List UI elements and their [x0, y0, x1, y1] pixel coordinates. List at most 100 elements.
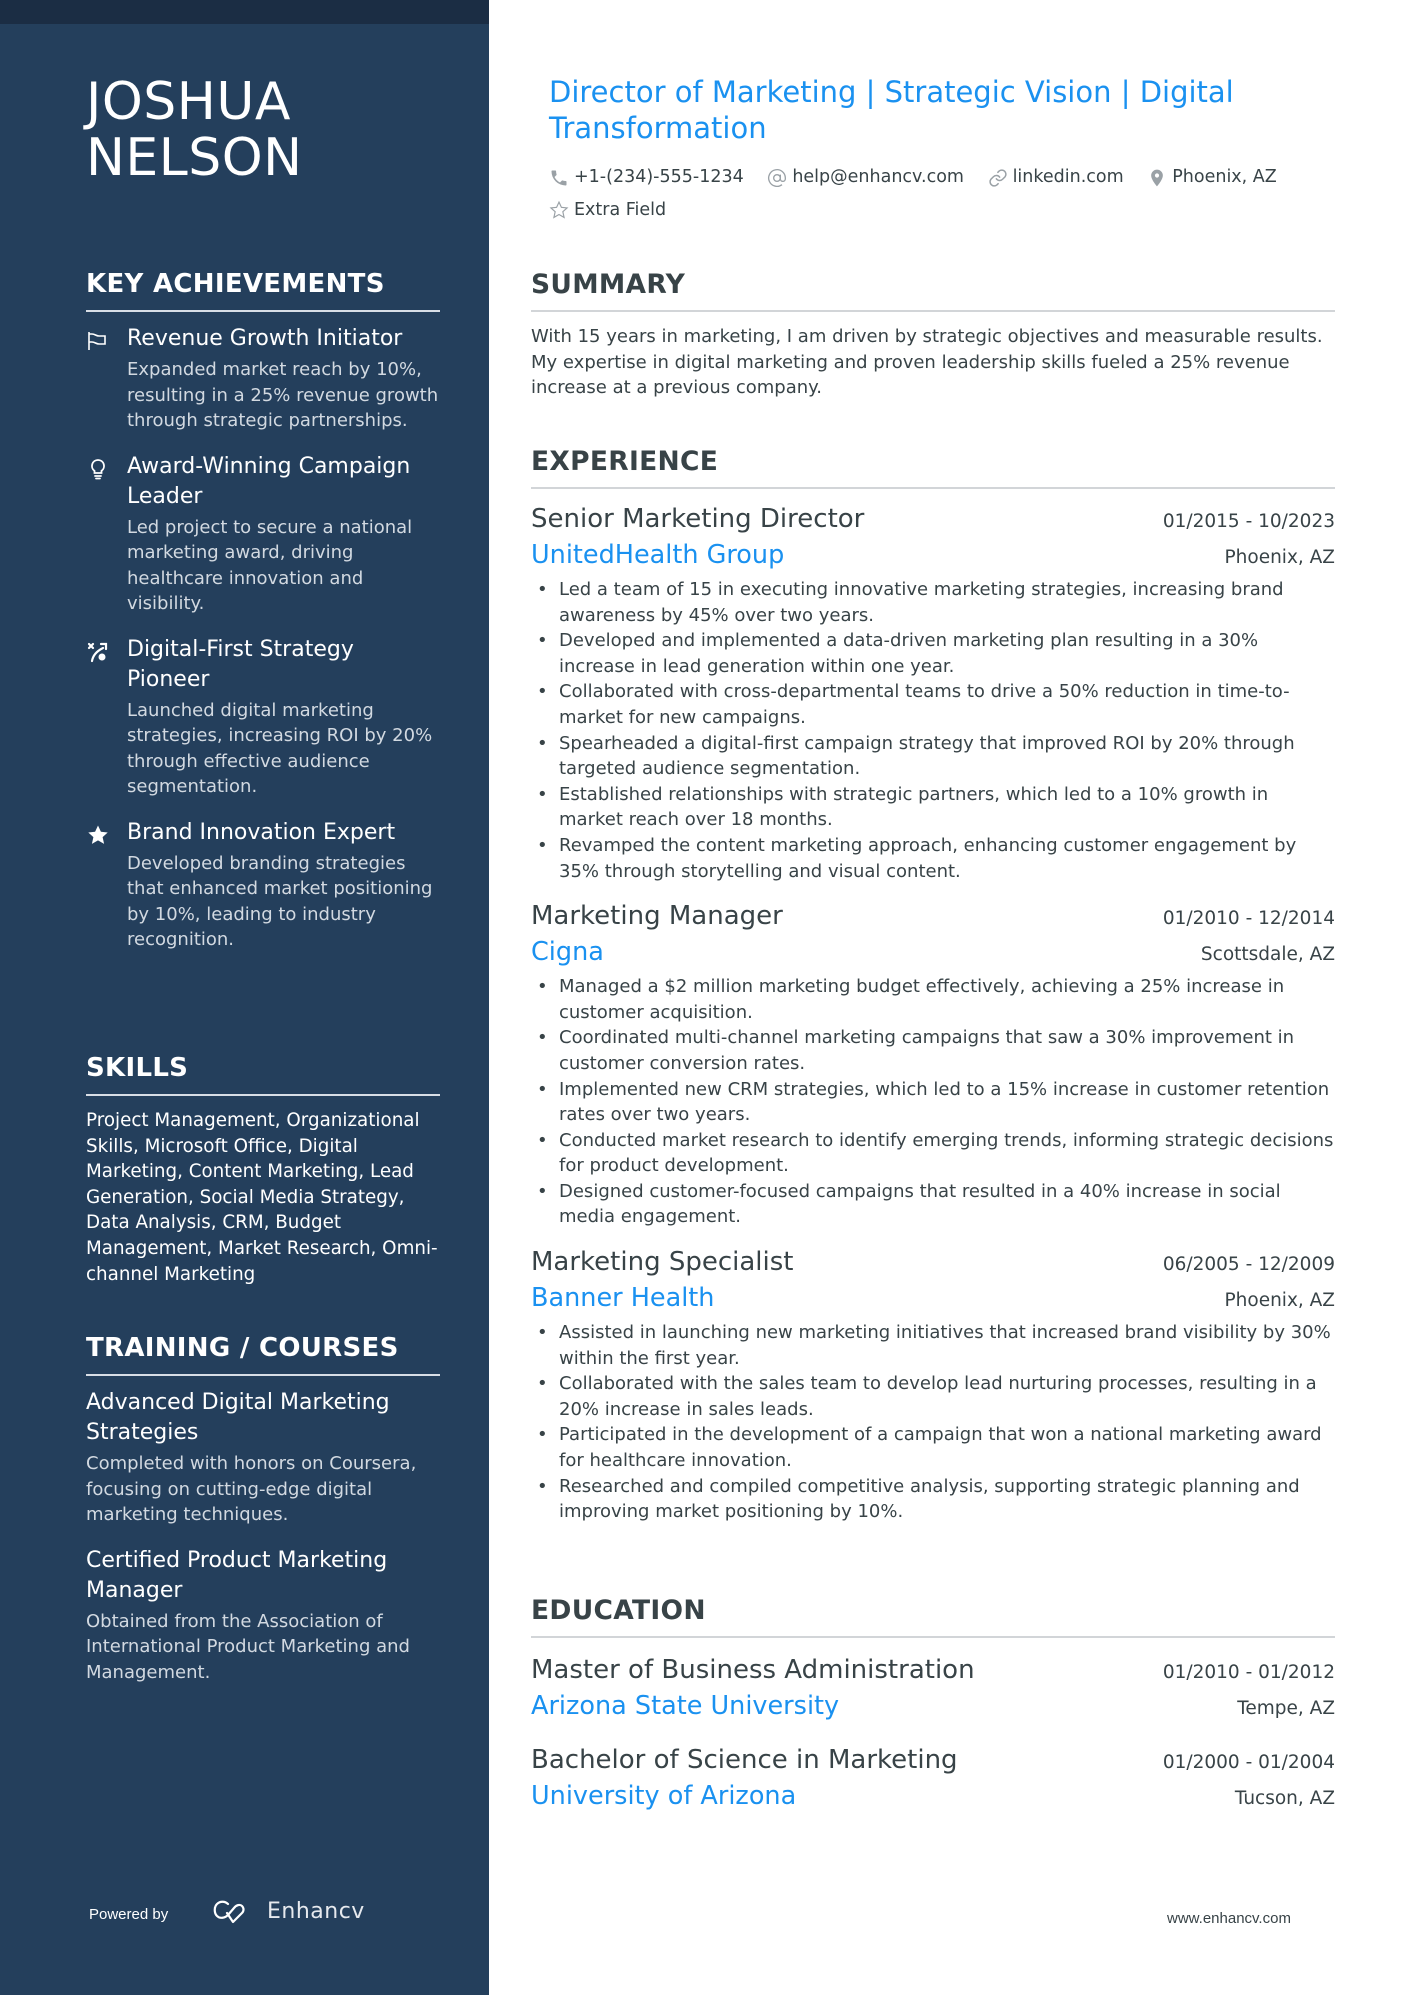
- contact-location: Phoenix, AZ: [1147, 164, 1277, 191]
- job-bullet: Designed customer-focused campaigns that…: [531, 1179, 1335, 1230]
- contact-location-text: Phoenix, AZ: [1172, 167, 1277, 187]
- course-item: Certified Product Marketing Manager Obta…: [86, 1546, 440, 1686]
- education-dates: 01/2010 - 01/2012: [1162, 1662, 1335, 1683]
- job-bullet: Assisted in launching new marketing init…: [531, 1320, 1335, 1371]
- job-bullets: Led a team of 15 in executing innovative…: [531, 577, 1335, 884]
- achievement-title: Award-Winning Campaign Leader: [127, 453, 411, 509]
- job-title: Marketing Manager: [531, 901, 783, 932]
- star-icon: [86, 823, 110, 847]
- job-bullet: Researched and compiled competitive anal…: [531, 1474, 1335, 1525]
- job-entry: Marketing Manager 01/2010 - 12/2014 Cign…: [531, 898, 1335, 1230]
- training-section: TRAINING / COURSES Advanced Digital Mark…: [86, 1332, 440, 1703]
- summary-text: With 15 years in marketing, I am driven …: [531, 326, 1323, 399]
- at-icon: [768, 168, 787, 187]
- job-company[interactable]: UnitedHealth Group: [531, 537, 784, 573]
- contact-extra-text: Extra Field: [574, 199, 667, 220]
- education-heading: EDUCATION: [531, 1594, 1335, 1638]
- skills-list: Project Management, Organizational Skill…: [86, 1110, 438, 1285]
- job-dates: 01/2015 - 10/2023: [1162, 511, 1335, 532]
- key-achievements-heading: KEY ACHIEVEMENTS: [86, 268, 440, 312]
- job-bullet: Established relationships with strategic…: [531, 782, 1335, 833]
- website-link[interactable]: www.enhancv.com: [1167, 1910, 1291, 1927]
- achievement-item: Award-Winning Campaign Leader Led projec…: [86, 452, 440, 617]
- contact-phone-text: +1-(234)-555-1234: [574, 167, 744, 187]
- headline: Director of Marketing | Strategic Vision…: [549, 75, 1234, 145]
- key-achievements-section: KEY ACHIEVEMENTS Revenue Growth Initiato…: [86, 268, 440, 971]
- achievement-description: Launched digital marketing strategies, i…: [127, 699, 433, 798]
- training-heading: TRAINING / COURSES: [86, 1332, 440, 1376]
- location-pin-icon: [1151, 169, 1164, 186]
- job-company[interactable]: Cigna: [531, 934, 604, 970]
- summary-heading: SUMMARY: [531, 268, 1335, 312]
- job-location: Scottsdale, AZ: [1200, 944, 1335, 966]
- achievement-item: Digital-First Strategy Pioneer Launched …: [86, 635, 440, 800]
- skills-heading: SKILLS: [86, 1052, 440, 1096]
- degree: Master of Business Administration: [531, 1655, 975, 1685]
- education-section: EDUCATION Master of Business Administrat…: [531, 1594, 1335, 1814]
- job-bullet: Managed a $2 million marketing budget ef…: [531, 974, 1335, 1025]
- achievement-item: Brand Innovation Expert Developed brandi…: [86, 818, 440, 953]
- school[interactable]: Arizona State University: [531, 1688, 839, 1724]
- achievement-description: Developed branding strategies that enhan…: [127, 852, 433, 951]
- job-bullet: Collaborated with the sales team to deve…: [531, 1371, 1335, 1422]
- school[interactable]: University of Arizona: [531, 1778, 796, 1814]
- education-dates: 01/2000 - 01/2004: [1162, 1752, 1335, 1773]
- contact-extra: Extra Field: [549, 197, 666, 224]
- job-bullet: Coordinated multi-channel marketing camp…: [531, 1025, 1335, 1076]
- candidate-name: JOSHUA NELSON: [86, 72, 303, 188]
- link-icon: [988, 168, 1007, 187]
- achievement-title: Digital-First Strategy Pioneer: [127, 636, 354, 692]
- job-bullet: Collaborated with cross-departmental tea…: [531, 679, 1335, 730]
- achievement-title: Brand Innovation Expert: [127, 819, 396, 845]
- powered-by-label: Powered by: [89, 1906, 169, 1923]
- sidebar: JOSHUA NELSON KEY ACHIEVEMENTS Revenue G…: [0, 0, 489, 1995]
- achievement-description: Expanded market reach by 10%, resulting …: [127, 359, 439, 431]
- contact-email-text: help@enhancv.com: [792, 167, 964, 187]
- job-location: Phoenix, AZ: [1224, 547, 1336, 568]
- enhancv-logo-icon[interactable]: [208, 1896, 256, 1926]
- job-bullet: Spearheaded a digital-first campaign str…: [531, 731, 1335, 782]
- experience-heading: EXPERIENCE: [531, 445, 1335, 489]
- course-description: Completed with honors on Coursera, focus…: [86, 1453, 417, 1525]
- achievement-title: Revenue Growth Initiator: [127, 326, 403, 351]
- lightbulb-icon: [86, 457, 110, 481]
- achievement-item: Revenue Growth Initiator Expanded market…: [86, 324, 440, 434]
- job-title: Marketing Specialist: [531, 1247, 794, 1278]
- contact-linkedin[interactable]: linkedin.com: [988, 164, 1124, 191]
- job-bullets: Managed a $2 million marketing budget ef…: [531, 974, 1335, 1230]
- star-outline-icon: [549, 200, 569, 219]
- phone-icon: [551, 170, 567, 185]
- enhancv-brand-name[interactable]: Enhancv: [267, 1899, 365, 1924]
- sidebar-top-band: [0, 0, 489, 24]
- job-bullet: Conducted market research to identify em…: [531, 1128, 1335, 1179]
- flag-icon: [86, 329, 110, 353]
- job-dates: 06/2005 - 12/2009: [1162, 1254, 1335, 1276]
- job-bullet: Developed and implemented a data-driven …: [531, 628, 1335, 679]
- strategy-icon: [86, 640, 110, 664]
- course-item: Advanced Digital Marketing Strategies Co…: [86, 1388, 440, 1528]
- degree: Bachelor of Science in Marketing: [531, 1745, 958, 1775]
- course-description: Obtained from the Association of Interna…: [86, 1610, 410, 1683]
- education-location: Tucson, AZ: [1234, 1788, 1335, 1809]
- course-title: Certified Product Marketing Manager: [86, 1547, 388, 1603]
- job-location: Phoenix, AZ: [1224, 1290, 1336, 1312]
- contact-linkedin-text: linkedin.com: [1012, 167, 1124, 187]
- job-dates: 01/2010 - 12/2014: [1162, 908, 1335, 930]
- job-bullet: Implemented new CRM strategies, which le…: [531, 1077, 1335, 1128]
- job-entry: Senior Marketing Director 01/2015 - 10/2…: [531, 501, 1335, 884]
- contact-phone[interactable]: +1-(234)-555-1234: [549, 164, 744, 191]
- contact-email[interactable]: help@enhancv.com: [767, 164, 964, 191]
- achievement-description: Led project to secure a national marketi…: [127, 516, 413, 615]
- job-title: Senior Marketing Director: [531, 504, 865, 534]
- skills-section: SKILLS Project Management, Organizationa…: [86, 1052, 440, 1287]
- summary-section: SUMMARY With 15 years in marketing, I am…: [531, 268, 1335, 401]
- job-bullet: Revamped the content marketing approach,…: [531, 833, 1335, 884]
- job-company[interactable]: Banner Health: [531, 1280, 714, 1316]
- education-entry: Bachelor of Science in Marketing 01/2000…: [531, 1742, 1335, 1814]
- experience-section: EXPERIENCE Senior Marketing Director 01/…: [531, 445, 1335, 1525]
- education-location: Tempe, AZ: [1237, 1698, 1335, 1719]
- course-title: Advanced Digital Marketing Strategies: [86, 1390, 390, 1445]
- job-bullet: Led a team of 15 in executing innovative…: [531, 577, 1335, 628]
- contact-info: +1-(234)-555-1234 help@enhancv.com linke…: [549, 164, 1339, 229]
- job-entry: Marketing Specialist 06/2005 - 12/2009 B…: [531, 1244, 1335, 1525]
